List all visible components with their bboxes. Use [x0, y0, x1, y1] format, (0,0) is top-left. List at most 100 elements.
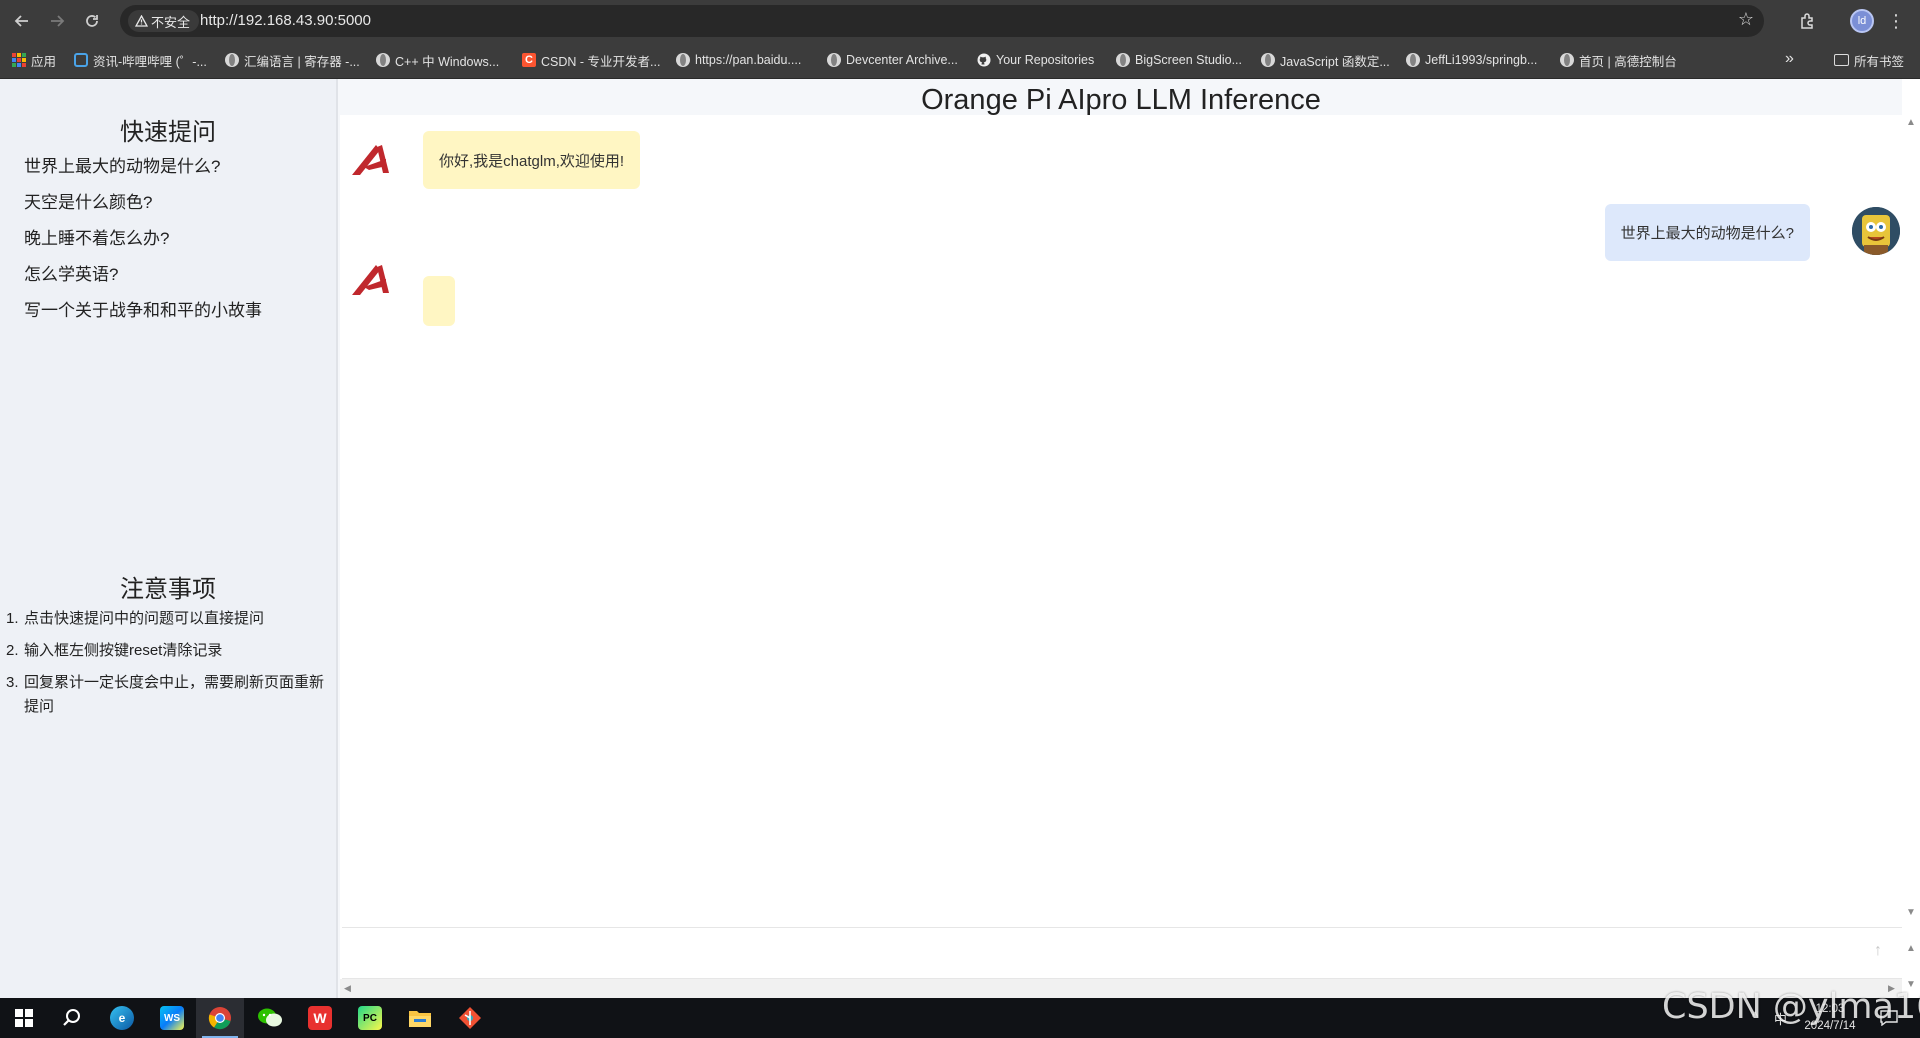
message-text: 你好,我是chatglm,欢迎使用! — [439, 152, 625, 170]
bot-message-bubble: 你好,我是chatglm,欢迎使用! — [423, 131, 641, 189]
globe-icon — [225, 53, 239, 67]
taskbar-wps[interactable]: W — [296, 998, 344, 1038]
bookmark-apps[interactable]: 应用 — [12, 50, 56, 70]
bot-logo-icon — [352, 145, 389, 175]
bookmark-springboot[interactable]: JeffLi1993/springb... — [1406, 50, 1537, 70]
chat-scrollbar[interactable]: ▲ ▼ ▲ ▼ — [1902, 115, 1920, 998]
bookmark-github-repos[interactable]: Your Repositories — [977, 50, 1094, 70]
folder-icon — [1834, 54, 1849, 66]
address-bar[interactable]: 不安全 http://192.168.43.90:5000 ☆ — [120, 5, 1764, 37]
forward-button[interactable] — [45, 9, 69, 33]
quick-question-item[interactable]: 世界上最大的动物是什么? — [24, 153, 262, 189]
apps-icon — [12, 53, 26, 67]
chat-history: 你好,我是chatglm,欢迎使用! 世界上最大的动物是什么? — [340, 115, 1902, 927]
notes-list: 1. 点击快速提问中的问题可以直接提问 2. 输入框左侧按键reset清除记录 … — [6, 607, 326, 727]
taskbar-file-explorer[interactable] — [396, 998, 444, 1038]
note-number: 1. — [6, 610, 19, 627]
scroll-left-arrow-icon[interactable]: ◀ — [344, 983, 351, 994]
bookmarks-bar: 应用 资讯-哔哩哔哩 (゜-... 汇编语言 | 寄存器 -... C++ 中 … — [0, 42, 1920, 79]
globe-icon — [1116, 53, 1130, 67]
taskbar-webstorm[interactable]: WS — [148, 998, 196, 1038]
chat-main: Orange Pi AIpro LLM Inference 你好,我是chatg… — [340, 79, 1920, 998]
taskbar-pycharm[interactable]: PC — [346, 998, 394, 1038]
browser-menu-icon[interactable]: ⋮ — [1884, 9, 1908, 33]
globe-icon — [827, 53, 841, 67]
quick-question-item[interactable]: 晚上睡不着怎么办? — [24, 225, 262, 261]
all-bookmarks-label: 所有书签 — [1854, 54, 1905, 69]
taskbar-search-button[interactable] — [48, 998, 96, 1038]
user-avatar — [1852, 207, 1900, 255]
globe-icon — [376, 53, 390, 67]
bookmarks-overflow-button[interactable]: » — [1785, 50, 1794, 68]
github-icon — [977, 53, 991, 67]
chrome-icon — [208, 1007, 231, 1030]
all-bookmarks-button[interactable]: 所有书签 — [1834, 50, 1904, 70]
wps-icon: W — [308, 1006, 332, 1030]
start-button[interactable] — [0, 998, 48, 1038]
url-text[interactable]: http://192.168.43.90:5000 — [200, 12, 371, 29]
webstorm-icon: WS — [160, 1006, 184, 1030]
user-message-bubble: 世界上最大的动物是什么? — [1604, 204, 1810, 261]
forward-arrow-icon — [51, 15, 65, 27]
quick-question-item[interactable]: 怎么学英语? — [24, 261, 262, 297]
message-input[interactable] — [342, 928, 1842, 978]
web-page: 快速提问 世界上最大的动物是什么? 天空是什么颜色? 晚上睡不着怎么办? 怎么学… — [0, 79, 1920, 998]
scroll-up-arrow-icon[interactable]: ▲ — [1906, 117, 1916, 128]
globe-icon — [676, 53, 690, 67]
taskbar-wechat[interactable] — [246, 998, 294, 1038]
bookmark-bilibili[interactable]: 资讯-哔哩哔哩 (゜-... — [74, 50, 207, 70]
message-text: 世界上最大的动物是什么? — [1620, 225, 1794, 242]
bookmark-javascript[interactable]: JavaScript 函数定... — [1261, 50, 1390, 70]
bookmark-label: Your Repositories — [996, 53, 1095, 67]
bookmark-baidu-pan[interactable]: https://pan.baidu.... — [676, 50, 801, 70]
note-item: 3. 回复累计一定长度会中止，需要刷新页面重新提问 — [6, 671, 326, 719]
bookmark-label: BigScreen Studio... — [1135, 53, 1243, 67]
quick-questions-list: 世界上最大的动物是什么? 天空是什么颜色? 晚上睡不着怎么办? 怎么学英语? 写… — [24, 153, 262, 333]
scroll-down-arrow-icon[interactable]: ▼ — [1906, 907, 1916, 918]
note-text: 回复累计一定长度会中止，需要刷新页面重新提问 — [24, 674, 325, 715]
security-label: 不安全 — [151, 14, 191, 30]
windows-taskbar: e WS W PC ^ 中 12:03 2024/7/14 — [0, 998, 1920, 1038]
bookmark-bigscreen[interactable]: BigScreen Studio... — [1116, 50, 1242, 70]
scroll-up-arrow-icon[interactable]: ▲ — [1906, 943, 1916, 954]
security-indicator[interactable]: 不安全 — [128, 10, 200, 32]
note-number: 3. — [6, 674, 19, 691]
bookmark-label: 资讯-哔哩哔哩 (゜-... — [93, 54, 207, 69]
reload-icon — [86, 15, 98, 27]
back-button[interactable] — [10, 9, 34, 33]
bookmark-cpp-windows[interactable]: C++ 中 Windows... — [376, 50, 499, 70]
bookmark-csdn[interactable]: C CSDN - 专业开发者... — [522, 50, 660, 70]
message-input-area: ↑ — [342, 927, 1902, 979]
warning-icon — [135, 15, 148, 27]
bookmark-devcenter[interactable]: Devcenter Archive... — [827, 50, 958, 70]
pycharm-icon: PC — [358, 1006, 382, 1030]
wechat-icon — [258, 1008, 282, 1027]
bookmark-assembly[interactable]: 汇编语言 | 寄存器 -... — [225, 50, 360, 70]
bookmark-label: 汇编语言 | 寄存器 -... — [244, 54, 360, 69]
quick-question-item[interactable]: 写一个关于战争和和平的小故事 — [24, 297, 262, 333]
sidebar: 快速提问 世界上最大的动物是什么? 天空是什么颜色? 晚上睡不着怎么办? 怎么学… — [0, 79, 338, 998]
bookmark-star-icon[interactable]: ☆ — [1738, 9, 1754, 30]
send-arrow-up-icon[interactable]: ↑ — [1874, 942, 1882, 960]
reload-button[interactable] — [80, 9, 104, 33]
extensions-icon[interactable] — [1796, 9, 1820, 33]
csdn-icon: C — [522, 53, 536, 67]
taskbar-git-kraken[interactable] — [446, 998, 494, 1038]
bookmark-amap[interactable]: 首页 | 高德控制台 — [1560, 50, 1677, 70]
bookmark-label: Devcenter Archive... — [846, 53, 958, 67]
quick-question-item[interactable]: 天空是什么颜色? — [24, 189, 262, 225]
bot-logo-icon — [352, 265, 389, 295]
edge-icon: e — [110, 1006, 134, 1030]
taskbar-edge[interactable]: e — [98, 998, 146, 1038]
spongebob-avatar-icon — [1852, 207, 1900, 255]
globe-icon — [1560, 53, 1574, 67]
bookmark-label: https://pan.baidu.... — [695, 53, 802, 67]
profile-avatar[interactable]: ld — [1850, 9, 1874, 33]
bookmark-label: 应用 — [31, 54, 57, 69]
note-number: 2. — [6, 642, 19, 659]
taskbar-chrome[interactable] — [196, 998, 244, 1038]
tv-icon — [74, 53, 88, 67]
notes-title: 注意事项 — [120, 576, 216, 603]
note-item: 2. 输入框左侧按键reset清除记录 — [6, 639, 326, 663]
browser-toolbar: 不安全 http://192.168.43.90:5000 ☆ ld ⋮ — [0, 0, 1920, 42]
